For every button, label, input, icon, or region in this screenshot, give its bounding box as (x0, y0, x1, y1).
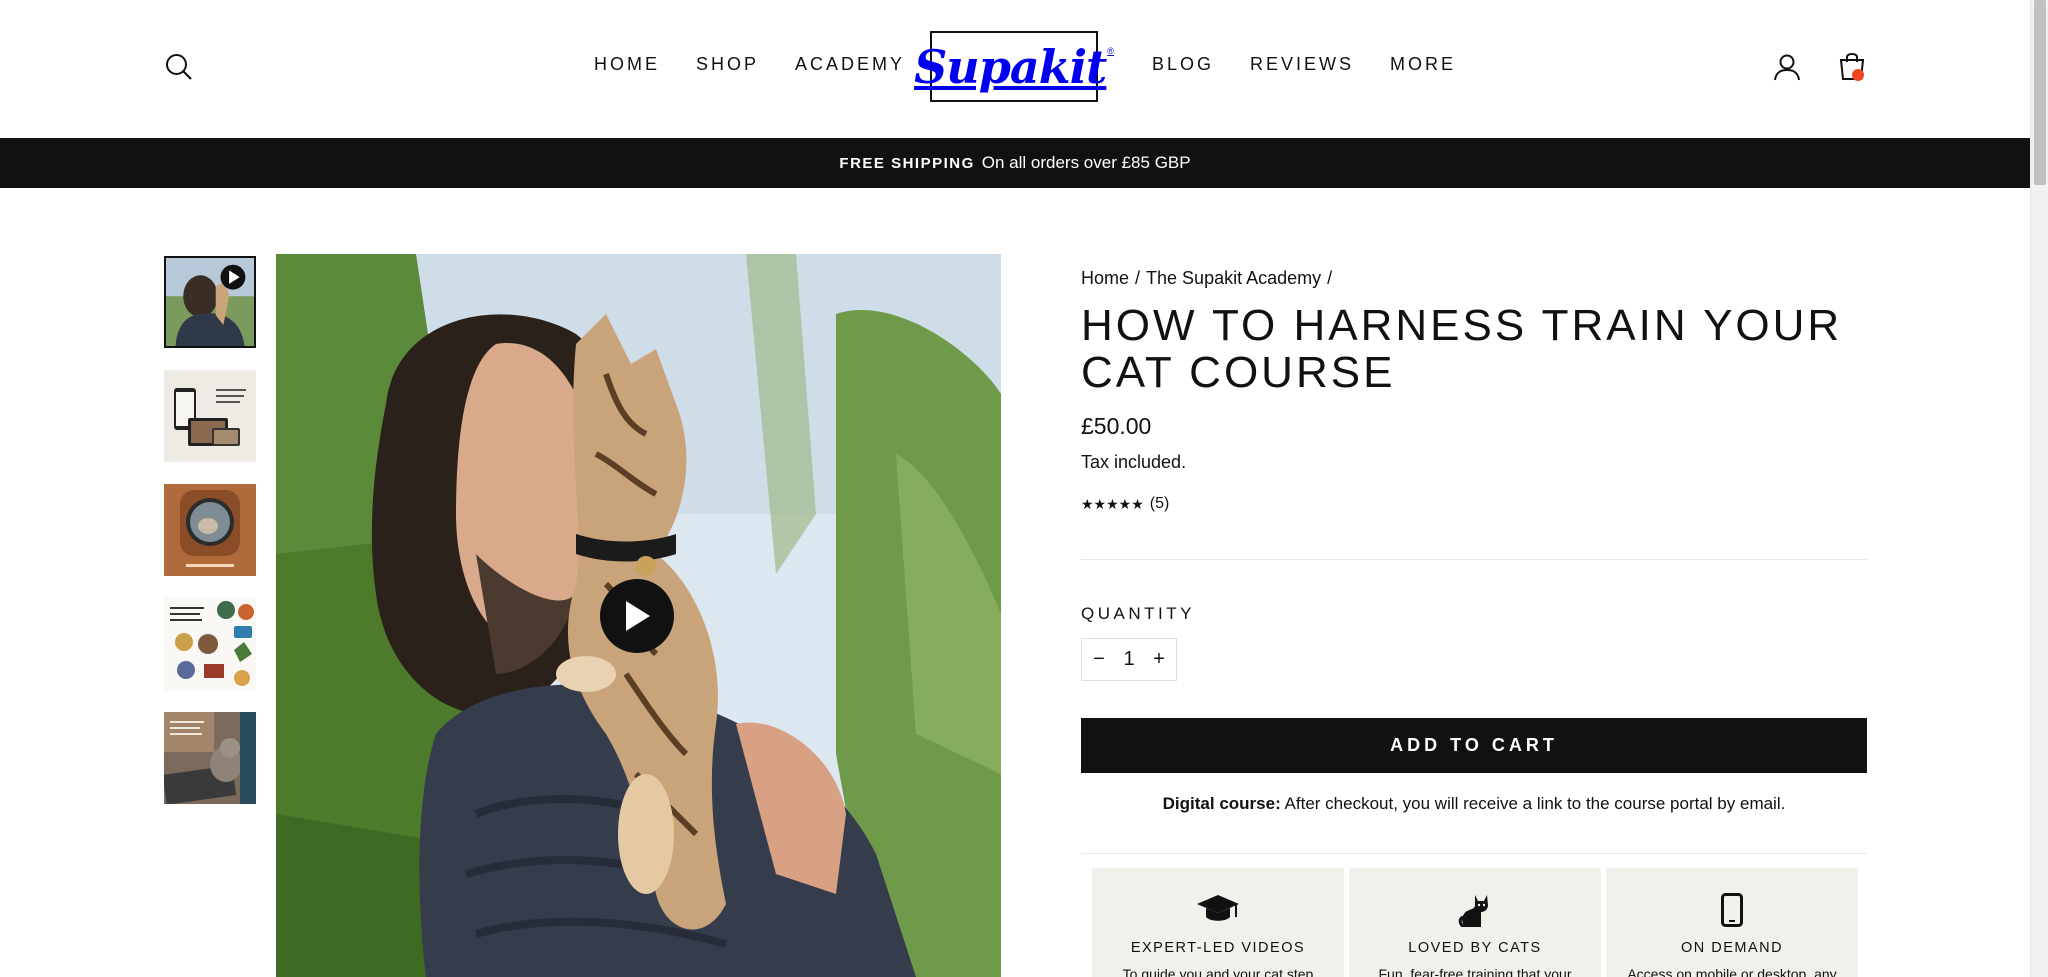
feature-description: To guide you and your cat step (1122, 966, 1314, 977)
feature-title: ON DEMAND (1680, 940, 1784, 956)
thumbnail-devices[interactable] (164, 370, 256, 462)
announcement-bold: FREE SHIPPING (839, 154, 975, 172)
breadcrumb-separator: / (1135, 268, 1141, 288)
thumbnail-laptop-cat[interactable] (164, 712, 256, 804)
rating-count: (5) (1149, 495, 1170, 512)
cart-count-badge (1852, 69, 1864, 81)
quantity-decrease-button[interactable]: − (1089, 648, 1109, 671)
announcement-bar: FREE SHIPPING On all orders over £85 GBP (0, 138, 2030, 188)
quantity-increase-button[interactable]: + (1149, 648, 1169, 671)
feature-description: Fun, fear-free training that your (1378, 966, 1572, 977)
feature-title: EXPERT-LED VIDEOS (1130, 940, 1306, 956)
feature-loved-by-cats: LOVED BY CATS Fun, fear-free training th… (1349, 868, 1601, 977)
thumbnail-video[interactable] (164, 256, 256, 348)
nav-academy[interactable]: ACADEMY (795, 54, 905, 75)
play-video-button[interactable] (600, 579, 674, 653)
breadcrumb-academy[interactable]: The Supakit Academy (1146, 268, 1321, 288)
user-icon[interactable] (1773, 53, 1801, 81)
nav-reviews[interactable]: REVIEWS (1250, 54, 1354, 75)
divider (1081, 559, 1867, 560)
thumbnail-badges[interactable] (164, 598, 256, 690)
cat-icon (1458, 895, 1488, 927)
site-header: HOME SHOP ACADEMY Supakit ® BLOG REVIEWS … (0, 0, 2030, 138)
primary-nav-left: HOME SHOP ACADEMY (594, 54, 941, 75)
product-main-media[interactable] (276, 254, 1001, 977)
page-scrollbar[interactable] (2030, 0, 2048, 977)
digital-note-bold: Digital course: (1162, 794, 1281, 813)
product-title: HOW TO HARNESS TRAIN YOUR CAT COURSE (1081, 301, 1843, 397)
feature-on-demand: ON DEMAND Access on mobile or desktop, a… (1606, 868, 1858, 977)
add-to-cart-button[interactable]: ADD TO CART (1081, 718, 1867, 773)
feature-expert-videos: EXPERT-LED VIDEOS To guide you and your … (1092, 868, 1344, 977)
product-rating[interactable]: ★★★★★ (5) (1081, 495, 1169, 513)
quantity-stepper: − + (1081, 638, 1177, 681)
scrollbar-thumb[interactable] (2034, 0, 2046, 185)
feature-description: Access on mobile or desktop, any (1627, 966, 1837, 977)
product-price: £50.00 (1081, 413, 1152, 439)
thumbnail-cat-backpack[interactable] (164, 484, 256, 576)
breadcrumb: Home / The Supakit Academy / (1081, 268, 1338, 289)
search-icon[interactable] (164, 52, 194, 82)
breadcrumb-separator: / (1327, 268, 1333, 288)
primary-nav-right: BLOG REVIEWS MORE (1152, 54, 1492, 75)
announcement-text: On all orders over £85 GBP (981, 153, 1191, 172)
star-rating-icon: ★★★★★ (1081, 495, 1144, 512)
quantity-input[interactable] (1114, 648, 1144, 671)
feature-title: LOVED BY CATS (1408, 940, 1542, 956)
play-icon (626, 601, 650, 631)
logo-registered-mark: ® (1107, 45, 1114, 56)
nav-home[interactable]: HOME (594, 54, 660, 75)
breadcrumb-home[interactable]: Home (1081, 268, 1129, 288)
graduation-cap-icon (1197, 895, 1239, 921)
tax-note: Tax included. (1081, 452, 1187, 472)
nav-shop[interactable]: SHOP (696, 54, 759, 75)
nav-blog[interactable]: BLOG (1152, 54, 1214, 75)
nav-more[interactable]: MORE (1390, 54, 1456, 75)
site-logo[interactable]: Supakit ® (914, 31, 1114, 102)
digital-note-text: After checkout, you will receive a link … (1284, 794, 1786, 813)
quantity-label: QUANTITY (1081, 604, 1195, 623)
phone-icon (1721, 893, 1743, 927)
digital-course-note: Digital course: After checkout, you will… (1081, 794, 1867, 814)
divider (1081, 853, 1867, 854)
logo-text: Supakit (914, 39, 1107, 94)
